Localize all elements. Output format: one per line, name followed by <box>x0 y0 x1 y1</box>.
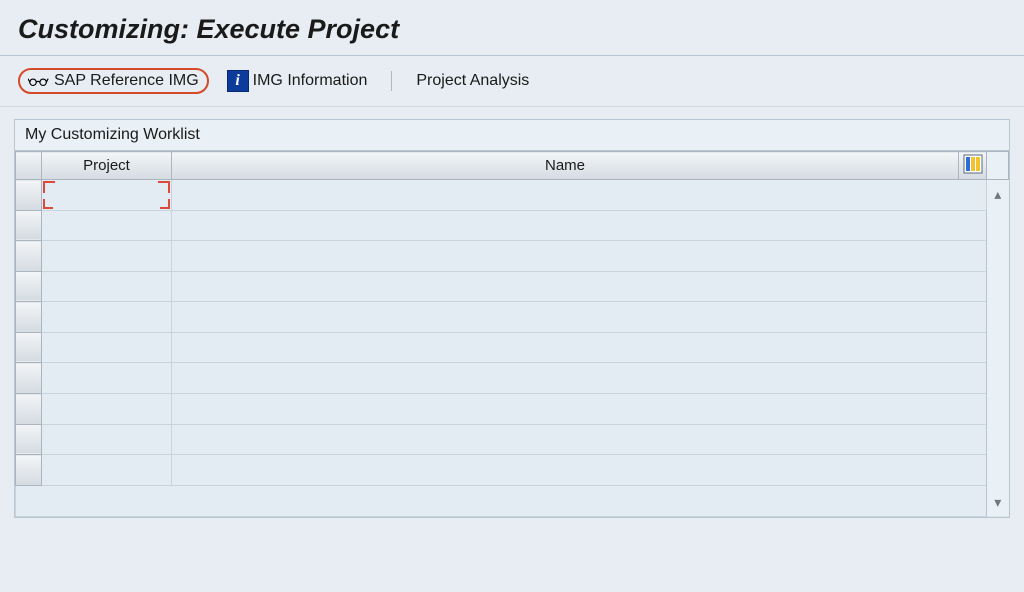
table-row <box>16 424 1009 455</box>
table-row <box>16 241 1009 272</box>
panel-title: My Customizing Worklist <box>15 120 1009 151</box>
row-selector[interactable] <box>16 180 42 211</box>
table-row <box>16 210 1009 241</box>
table-settings-icon <box>962 153 984 175</box>
vertical-scrollbar[interactable]: ▴ ▾ <box>987 180 1009 517</box>
cell-project[interactable] <box>42 302 172 333</box>
cell-project[interactable] <box>42 332 172 363</box>
cell-project[interactable] <box>42 363 172 394</box>
row-selector[interactable] <box>16 332 42 363</box>
title-area: Customizing: Execute Project <box>0 0 1024 56</box>
cell-project[interactable] <box>42 180 172 211</box>
table-row <box>16 363 1009 394</box>
content-area: My Customizing Worklist Project <box>0 107 1024 530</box>
table-header-row: Project Name <box>16 152 1009 180</box>
cell-name[interactable] <box>172 455 987 486</box>
scroll-down-arrow-icon[interactable]: ▾ <box>987 488 1009 516</box>
project-analysis-button[interactable]: Project Analysis <box>406 68 539 94</box>
cell-name[interactable] <box>172 210 987 241</box>
row-selector[interactable] <box>16 363 42 394</box>
table-row <box>16 271 1009 302</box>
page-title: Customizing: Execute Project <box>18 14 1006 45</box>
table-row <box>16 394 1009 425</box>
row-selector[interactable] <box>16 241 42 272</box>
cell-project[interactable] <box>42 271 172 302</box>
scrollbar-header <box>987 152 1009 180</box>
worklist-panel: My Customizing Worklist Project <box>14 119 1010 518</box>
select-all-header[interactable] <box>16 152 42 180</box>
row-selector[interactable] <box>16 424 42 455</box>
row-selector[interactable] <box>16 302 42 333</box>
img-information-label: IMG Information <box>253 72 368 90</box>
cell-name[interactable] <box>172 363 987 394</box>
row-selector[interactable] <box>16 210 42 241</box>
row-selector[interactable] <box>16 394 42 425</box>
row-selector[interactable] <box>16 455 42 486</box>
row-selector[interactable] <box>16 271 42 302</box>
configure-columns-button[interactable] <box>959 152 987 180</box>
scroll-up-arrow-icon[interactable]: ▴ <box>987 180 1009 208</box>
cell-project[interactable] <box>42 241 172 272</box>
cell-project[interactable] <box>42 455 172 486</box>
column-header-project[interactable]: Project <box>42 152 172 180</box>
table-row: ▴ ▾ <box>16 180 1009 211</box>
cell-name[interactable] <box>172 302 987 333</box>
cell-name[interactable] <box>172 241 987 272</box>
cell-name[interactable] <box>172 271 987 302</box>
toolbar: SAP Reference IMG i IMG Information Proj… <box>0 56 1024 107</box>
project-analysis-label: Project Analysis <box>416 72 529 90</box>
cell-name[interactable] <box>172 394 987 425</box>
cell-project[interactable] <box>42 424 172 455</box>
table-spacer <box>16 485 1009 516</box>
table-row <box>16 455 1009 486</box>
sap-reference-img-button[interactable]: SAP Reference IMG <box>18 68 209 94</box>
cell-name[interactable] <box>172 332 987 363</box>
table-wrapper: Project Name <box>15 151 1009 517</box>
info-icon: i <box>227 70 249 92</box>
table-row <box>16 332 1009 363</box>
sap-reference-img-label: SAP Reference IMG <box>54 72 199 90</box>
app-window: Customizing: Execute Project SAP Referen… <box>0 0 1024 592</box>
worklist-table: Project Name <box>15 151 1009 517</box>
toolbar-divider <box>391 71 392 91</box>
column-header-name[interactable]: Name <box>172 152 959 180</box>
cell-project[interactable] <box>42 210 172 241</box>
cell-name[interactable] <box>172 424 987 455</box>
cell-project[interactable] <box>42 394 172 425</box>
table-row <box>16 302 1009 333</box>
img-information-button[interactable]: i IMG Information <box>217 66 378 96</box>
glasses-icon <box>28 74 50 88</box>
cell-name[interactable] <box>172 180 987 211</box>
